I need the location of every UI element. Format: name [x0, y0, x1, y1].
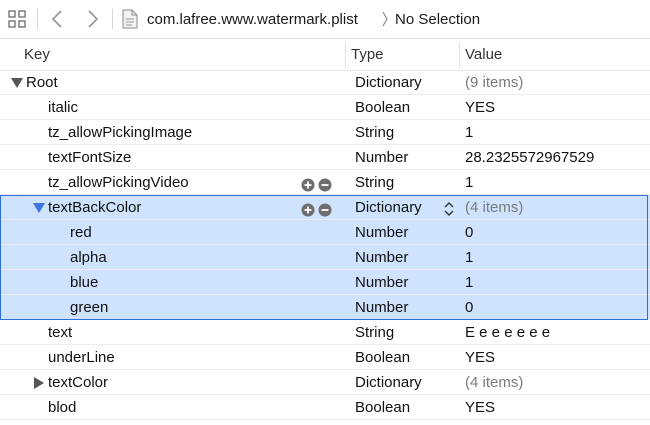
toolbar-divider [37, 9, 38, 29]
row-key[interactable]: textFontSize [48, 145, 131, 169]
row-value[interactable]: 1 [465, 245, 473, 269]
row-value[interactable]: YES [465, 395, 495, 419]
table-row[interactable]: italic Boolean YES [0, 95, 650, 120]
table-row[interactable]: tz_allowPickingVideo String 1 [0, 170, 650, 195]
row-type[interactable]: String [355, 120, 394, 144]
table-row[interactable]: blue Number 1 [0, 270, 650, 295]
column-header: Key Type Value [0, 38, 650, 71]
row-type[interactable]: Dictionary [355, 370, 422, 394]
editor-toolbar: com.lafree.www.watermark.plist No Select… [0, 0, 650, 39]
grid-icon[interactable] [8, 0, 26, 38]
table-row[interactable]: text String E e e e e e e [0, 320, 650, 345]
row-type[interactable]: Number [355, 270, 408, 294]
breadcrumb-file[interactable]: com.lafree.www.watermark.plist [147, 0, 358, 38]
row-value[interactable]: 0 [465, 295, 473, 319]
table-row-selected[interactable]: textBackColor Dictionary (4 items) [0, 195, 650, 220]
column-key[interactable]: Key [24, 38, 50, 70]
row-key[interactable]: text [48, 320, 72, 344]
row-value[interactable]: 1 [465, 120, 473, 144]
disclosure-expanded-icon[interactable] [32, 195, 46, 220]
row-key[interactable]: green [70, 295, 108, 319]
row-type[interactable]: Boolean [355, 395, 410, 419]
column-divider[interactable] [459, 42, 460, 68]
row-value[interactable]: 1 [465, 270, 473, 294]
row-key[interactable]: blue [70, 270, 98, 294]
row-key: Root [26, 74, 58, 91]
plist-file-icon [122, 0, 138, 38]
row-type[interactable]: String [355, 170, 394, 194]
table-row[interactable]: green Number 0 [0, 295, 650, 320]
table-row[interactable]: Root Dictionary (9 items) [0, 70, 650, 95]
row-value[interactable]: E e e e e e e [465, 320, 550, 344]
remove-row-icon[interactable] [318, 175, 332, 192]
row-value[interactable]: 28.2325572967529 [465, 145, 594, 169]
row-key[interactable]: tz_allowPickingImage [48, 120, 192, 144]
row-type[interactable]: String [355, 320, 394, 344]
row-value[interactable]: 1 [465, 170, 473, 194]
row-value: (4 items) [465, 374, 524, 391]
row-type[interactable]: Boolean [355, 95, 410, 119]
row-key[interactable]: alpha [70, 245, 107, 269]
chevron-right-icon[interactable] [86, 0, 100, 38]
chevron-left-icon[interactable] [50, 0, 64, 38]
row-value[interactable]: YES [465, 345, 495, 369]
row-type[interactable]: Number [355, 220, 408, 244]
column-type[interactable]: Type [351, 38, 384, 70]
row-type[interactable]: Dictionary [355, 70, 422, 94]
disclosure-collapsed-icon[interactable] [32, 370, 46, 395]
row-key[interactable]: textColor [48, 370, 108, 394]
row-value: (4 items) [465, 199, 524, 216]
row-type[interactable]: Number [355, 145, 408, 169]
row-type[interactable]: Dictionary [355, 195, 422, 219]
table-row[interactable]: red Number 0 [0, 220, 650, 245]
breadcrumb-separator-icon [381, 0, 389, 38]
toolbar-divider [112, 9, 113, 29]
row-type[interactable]: Number [355, 295, 408, 319]
row-key[interactable]: red [70, 220, 92, 244]
row-key[interactable]: italic [48, 95, 78, 119]
row-type[interactable]: Number [355, 245, 408, 269]
column-value[interactable]: Value [465, 38, 502, 70]
row-key[interactable]: textBackColor [48, 195, 141, 219]
row-value: (9 items) [465, 74, 524, 91]
row-add-remove [301, 175, 332, 192]
table-row[interactable]: alpha Number 1 [0, 245, 650, 270]
table-row[interactable]: textColor Dictionary (4 items) [0, 370, 650, 395]
row-key[interactable]: underLine [48, 345, 115, 369]
row-add-remove [301, 200, 332, 217]
add-row-icon[interactable] [301, 200, 315, 217]
table-row[interactable]: textFontSize Number 28.2325572967529 [0, 145, 650, 170]
disclosure-expanded-icon[interactable] [10, 70, 24, 95]
column-divider[interactable] [345, 42, 346, 68]
row-key[interactable]: blod [48, 395, 76, 419]
remove-row-icon[interactable] [318, 200, 332, 217]
row-key[interactable]: tz_allowPickingVideo [48, 170, 189, 194]
plist-table: Root Dictionary (9 items) italic Boolean… [0, 70, 650, 420]
row-value[interactable]: YES [465, 95, 495, 119]
row-type[interactable]: Boolean [355, 345, 410, 369]
breadcrumb-selection[interactable]: No Selection [395, 0, 480, 38]
table-row[interactable]: underLine Boolean YES [0, 345, 650, 370]
type-stepper-icon[interactable] [444, 200, 454, 216]
table-row[interactable]: tz_allowPickingImage String 1 [0, 120, 650, 145]
row-value[interactable]: 0 [465, 220, 473, 244]
table-row[interactable]: blod Boolean YES [0, 395, 650, 420]
add-row-icon[interactable] [301, 175, 315, 192]
